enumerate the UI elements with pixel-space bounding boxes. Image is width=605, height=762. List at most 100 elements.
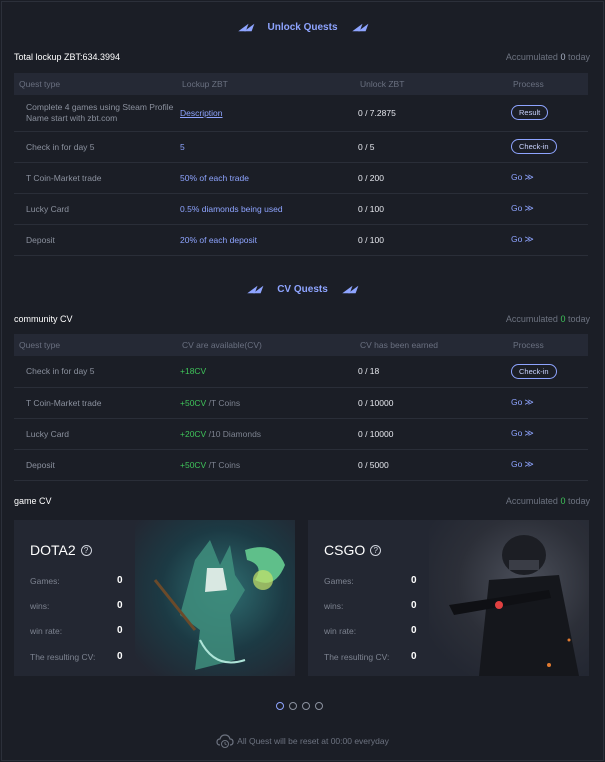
game-cv-summary: game CV Accumulated 0 today [14, 496, 590, 510]
unlock-value: 0 / 100 [355, 224, 508, 256]
col-quest-type: Quest type [14, 334, 177, 356]
total-lockup-label: Total lockup ZBT:634.3994 [14, 52, 121, 62]
unlock-quests-heading: ◢◢ Unlock Quests ◢◢ [238, 22, 368, 33]
table-row: Lucky Card +20CV /10 Diamonds 0 / 10000 … [14, 418, 588, 450]
reset-notice: All Quest will be reset at 00:00 everyda… [0, 734, 605, 748]
csgo-title: CSGO? [324, 542, 382, 558]
wins-label: wins: [324, 601, 344, 611]
game-cv-label: game CV [14, 496, 52, 506]
go-link[interactable]: Go ≫ [511, 234, 534, 244]
resulting-cv-value: 0 [117, 651, 123, 662]
quest-type: Lucky Card [14, 418, 177, 450]
wins-value: 0 [117, 600, 123, 611]
table-row: Lucky Card 0.5% diamonds being used 0 / … [14, 193, 588, 225]
win-rate-label: win rate: [324, 626, 357, 636]
wins-label: wins: [30, 601, 50, 611]
dota2-card[interactable]: DOTA2? Games: 0 wins: 0 win rate: 0 The … [14, 520, 295, 676]
quest-type: Complete 4 games using Steam Profile Nam… [14, 95, 177, 132]
cv-quests-heading: ◢◢ CV Quests ◢◢ [247, 284, 358, 295]
col-quest-type: Quest type [14, 73, 177, 95]
cv-available: +50CV /T Coins [177, 449, 355, 481]
carousel-dot[interactable] [315, 702, 323, 710]
carousel-dot[interactable] [289, 702, 297, 710]
table-row: Deposit 20% of each deposit 0 / 100 Go ≫ [14, 224, 588, 256]
cv-available: +20CV /10 Diamonds [177, 418, 355, 450]
double-chevron-right-icon: ≫ [524, 234, 534, 244]
unlock-value: 0 / 200 [355, 162, 508, 194]
check-in-button[interactable]: Check-in [511, 363, 557, 379]
double-chevron-right-icon: ≫ [524, 203, 534, 213]
quest-type: Check in for day 5 [14, 356, 177, 388]
table-row: T Coin-Market trade 50% of each trade 0 … [14, 162, 588, 194]
resulting-cv-value: 0 [411, 651, 417, 662]
title-deco-icon: ◢◢ [351, 22, 368, 32]
title-deco-icon: ◢◢ [247, 284, 264, 294]
table-row: Check in for day 5 5 0 / 5 Check-in [14, 131, 588, 163]
cv-earned: 0 / 10000 [355, 387, 508, 419]
table-row: Deposit +50CV /T Coins 0 / 5000 Go ≫ [14, 449, 588, 481]
go-link[interactable]: Go ≫ [511, 397, 534, 407]
games-value: 0 [411, 575, 417, 586]
win-rate-label: win rate: [30, 626, 63, 636]
go-link[interactable]: Go ≫ [511, 428, 534, 438]
lockup-value: 5 [177, 131, 355, 163]
col-unlock-zbt: Unlock ZBT [355, 73, 508, 95]
cloud-clock-icon [216, 734, 234, 748]
lockup-value: 20% of each deposit [177, 224, 355, 256]
lockup-value: 50% of each trade [177, 162, 355, 194]
description-link[interactable]: Description [180, 108, 223, 118]
title-deco-icon: ◢◢ [238, 22, 254, 32]
cv-earned: 0 / 18 [355, 356, 508, 388]
accumulated-today: Accumulated 0 today [505, 314, 590, 324]
unlock-value: 0 / 7.2875 [355, 95, 508, 132]
cv-available: +50CV /T Coins [177, 387, 355, 419]
result-button[interactable]: Result [511, 105, 549, 121]
quest-type: Check in for day 5 [14, 131, 177, 163]
dota2-hero-art [135, 520, 295, 676]
table-row: T Coin-Market trade +50CV /T Coins 0 / 1… [14, 387, 588, 419]
double-chevron-right-icon: ≫ [524, 172, 534, 182]
carousel-dot[interactable] [276, 702, 284, 710]
table-row: Check in for day 5 +18CV 0 / 18 Check-in [14, 356, 588, 388]
quest-type: T Coin-Market trade [14, 162, 177, 194]
wins-value: 0 [411, 600, 417, 611]
question-circle-icon[interactable]: ? [370, 545, 382, 556]
community-cv-summary: community CV Accumulated 0 today [14, 314, 590, 328]
cv-available: +18CV [177, 356, 355, 388]
go-link[interactable]: Go ≫ [511, 203, 534, 213]
cv-quests-table: Quest type CV are available(CV) CV has b… [14, 334, 588, 481]
table-header-row: Quest type CV are available(CV) CV has b… [14, 334, 588, 356]
csgo-card[interactable]: CSGO? Games: 0 wins: 0 win rate: 0 The r… [308, 520, 589, 676]
lockup-value: 0.5% diamonds being used [177, 193, 355, 225]
games-value: 0 [117, 575, 123, 586]
csgo-soldier-art [429, 520, 589, 676]
cv-earned: 0 / 10000 [355, 418, 508, 450]
question-circle-icon[interactable]: ? [80, 545, 92, 556]
table-row: Complete 4 games using Steam Profile Nam… [14, 95, 588, 132]
quest-type: Deposit [14, 449, 177, 481]
col-cv-earned: CV has been earned [355, 334, 508, 356]
community-cv-label: community CV [14, 314, 73, 324]
check-in-button[interactable]: Check-in [511, 139, 557, 154]
col-process: Process [508, 73, 588, 95]
go-link[interactable]: Go ≫ [511, 459, 534, 469]
unlock-summary: Total lockup ZBT:634.3994 Accumulated 0 … [14, 52, 590, 66]
win-rate-value: 0 [117, 625, 123, 636]
resulting-cv-label: The resulting CV: [30, 652, 96, 662]
unlock-value: 0 / 5 [355, 131, 508, 163]
win-rate-value: 0 [411, 625, 417, 636]
go-link[interactable]: Go ≫ [511, 172, 534, 182]
resulting-cv-label: The resulting CV: [324, 652, 390, 662]
quest-type: Deposit [14, 224, 177, 256]
carousel-pagination [276, 697, 328, 715]
col-cv-available: CV are available(CV) [177, 334, 355, 356]
carousel-dot[interactable] [302, 702, 310, 710]
cv-earned: 0 / 5000 [355, 449, 508, 481]
games-label: Games: [30, 576, 60, 586]
double-chevron-right-icon: ≫ [524, 397, 534, 407]
unlock-value: 0 / 100 [355, 193, 508, 225]
col-process: Process [508, 334, 588, 356]
accumulated-today: Accumulated 0 today [505, 496, 590, 506]
col-lockup-zbt: Lockup ZBT [177, 73, 355, 95]
quest-type: T Coin-Market trade [14, 387, 177, 419]
